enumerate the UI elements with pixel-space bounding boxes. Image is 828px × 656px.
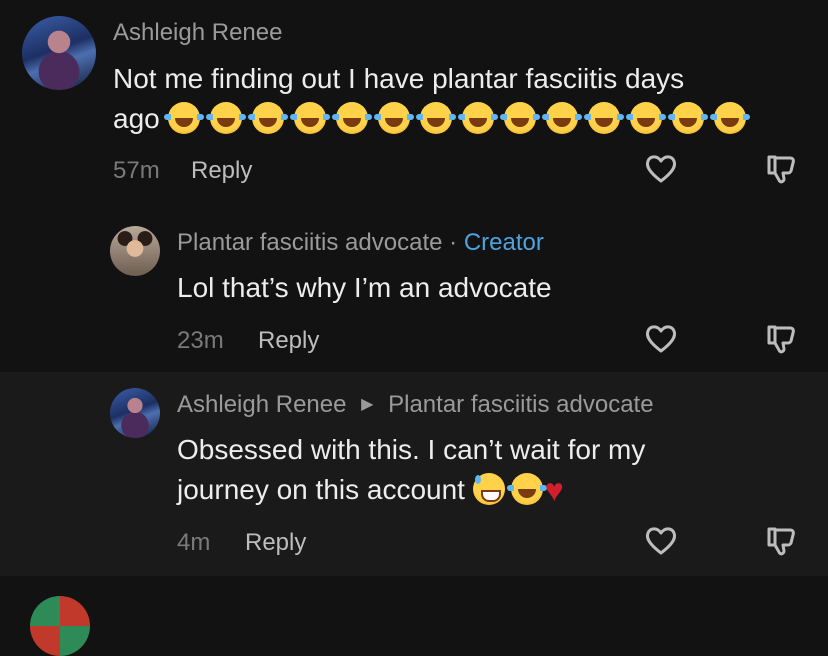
separator-dot: · — [449, 229, 458, 256]
reply-to-username[interactable]: Plantar fasciitis advocate — [388, 391, 653, 418]
laughing-tears-emoji — [163, 101, 204, 134]
laughing-tears-emoji — [415, 101, 456, 134]
heart-outline-icon[interactable] — [643, 321, 679, 357]
red-heart-emoji: ♥ — [544, 471, 564, 508]
avatar[interactable] — [110, 388, 160, 438]
comment-text-line2: journey on this account ♥ — [177, 470, 645, 512]
laughing-tears-emoji — [667, 101, 708, 134]
comment-username-row: Ashleigh Renee ▶ Plantar fasciitis advoc… — [177, 391, 654, 419]
comment-timestamp: 4m — [177, 529, 211, 556]
comment-text: Obsessed with this. I can’t wait for my … — [177, 430, 645, 512]
laughing-tears-emoji — [541, 101, 582, 134]
triangle-right-icon: ▶ — [361, 396, 374, 413]
reply-button[interactable]: Reply — [191, 157, 252, 185]
laughing-tears-emoji — [457, 101, 498, 134]
comment-text-line2-words: journey on this account — [177, 474, 465, 505]
thumbs-down-icon[interactable] — [763, 151, 799, 187]
comment-text-line1: Obsessed with this. I can’t wait for my — [177, 434, 646, 465]
heart-outline-icon[interactable] — [643, 151, 679, 187]
reply-button[interactable]: Reply — [245, 529, 306, 557]
laughing-tears-emoji — [625, 101, 666, 134]
comment-username-row: Plantar fasciitis advocate · Creator — [177, 229, 544, 257]
comment-text: Not me finding out I have plantar fascii… — [113, 59, 750, 139]
laughing-tears-emoji — [289, 101, 330, 134]
comment-text-line1: Not me finding out I have plantar fascii… — [113, 63, 685, 94]
laughing-tears-emoji — [709, 101, 750, 134]
comment-username[interactable]: Ashleigh Renee — [113, 19, 282, 47]
grinning-sweat-emoji — [472, 472, 505, 505]
avatar[interactable] — [110, 226, 160, 276]
creator-badge: Creator — [463, 229, 544, 256]
comment-timestamp: 23m — [177, 327, 224, 354]
reply-button[interactable]: Reply — [258, 327, 319, 355]
thumbs-down-icon[interactable] — [763, 523, 799, 559]
laughing-tears-emoji — [583, 101, 624, 134]
laughing-tears-emoji — [247, 101, 288, 134]
laughing-tears-emoji — [331, 101, 372, 134]
laughing-tears-emoji — [373, 101, 414, 134]
laughing-tears-emoji — [205, 101, 246, 134]
comment-timestamp: 57m — [113, 157, 160, 184]
laughing-tears-emoji — [499, 101, 540, 134]
thumbs-down-icon[interactable] — [763, 321, 799, 357]
comment-text-line2: ago — [113, 99, 750, 139]
comment-text-line2-word: ago — [113, 103, 160, 134]
comment-username[interactable]: Ashleigh Renee — [177, 391, 346, 418]
avatar[interactable] — [22, 16, 96, 90]
laughing-tears-emoji — [506, 472, 547, 505]
comment-username[interactable]: Plantar fasciitis advocate — [177, 229, 442, 256]
comment-text: Lol that’s why I’m an advocate — [177, 272, 552, 303]
avatar[interactable] — [30, 596, 90, 656]
heart-outline-icon[interactable] — [643, 523, 679, 559]
laughing-emoji-row — [163, 101, 750, 134]
comment-ashleigh-1: Ashleigh Renee Not me finding out I have… — [0, 0, 828, 214]
